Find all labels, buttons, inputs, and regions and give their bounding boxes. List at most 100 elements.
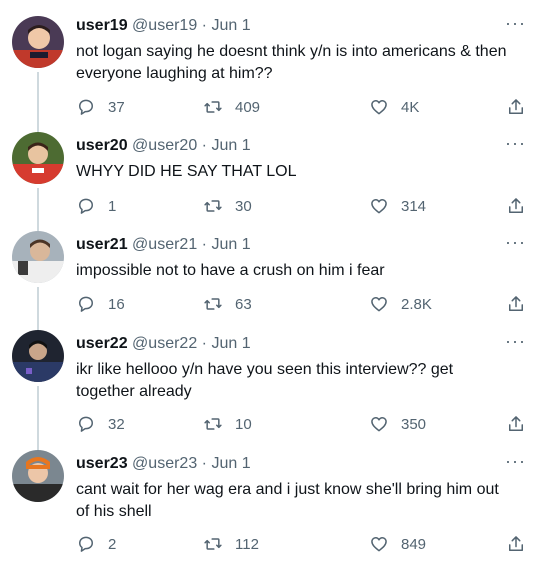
display-name[interactable]: user23 — [76, 455, 128, 472]
retweet-count: 30 — [235, 197, 252, 215]
like-icon — [371, 537, 387, 552]
like-icon — [371, 100, 387, 115]
like-button[interactable]: 2.8K — [369, 292, 432, 316]
separator: · — [201, 335, 207, 352]
retweet-button[interactable]: 10 — [203, 412, 252, 436]
share-icon — [509, 296, 523, 311]
handle[interactable]: @user19 — [132, 17, 197, 34]
retweet-button[interactable]: 63 — [203, 292, 252, 316]
timestamp[interactable]: Jun 1 — [211, 455, 250, 472]
like-button[interactable]: 849 — [369, 532, 426, 556]
tweet-header: user22 @user22 · Jun 1 — [76, 334, 500, 354]
tweet-actions: 37 409 4K — [76, 95, 526, 119]
timestamp[interactable]: Jun 1 — [211, 236, 250, 253]
share-button[interactable] — [506, 532, 526, 556]
share-icon — [509, 536, 523, 551]
thread-line — [37, 188, 39, 232]
display-name[interactable]: user19 — [76, 17, 128, 34]
tweet-text: WHYY DID HE SAY THAT LOL — [76, 163, 297, 180]
display-name[interactable]: user22 — [76, 335, 128, 352]
thread-line — [37, 287, 39, 331]
like-button[interactable]: 314 — [369, 194, 426, 218]
avatar[interactable] — [12, 132, 64, 184]
timestamp[interactable]: Jun 1 — [211, 335, 250, 352]
tweet-actions: 2 112 849 — [76, 532, 526, 556]
retweet-icon — [204, 298, 222, 310]
like-count: 350 — [401, 415, 427, 433]
timestamp[interactable]: Jun 1 — [211, 137, 250, 154]
retweet-button[interactable]: 112 — [203, 532, 259, 556]
more-icon[interactable]: ··· — [505, 233, 526, 251]
reply-button[interactable]: 16 — [76, 292, 125, 316]
retweet-count: 63 — [235, 295, 252, 313]
handle[interactable]: @user22 — [132, 335, 197, 352]
tweet-actions: 32 10 350 — [76, 412, 526, 436]
reply-count: 2 — [108, 535, 117, 553]
share-icon — [509, 416, 523, 431]
like-icon — [371, 297, 387, 312]
retweet-icon — [204, 101, 222, 113]
more-icon[interactable]: ··· — [505, 14, 526, 32]
more-icon[interactable]: ··· — [505, 332, 526, 350]
share-button[interactable] — [506, 194, 526, 218]
reply-count: 1 — [108, 197, 117, 215]
reply-count: 32 — [108, 415, 125, 433]
share-button[interactable] — [506, 412, 526, 436]
retweet-count: 112 — [235, 535, 259, 553]
tweet-header: user23 @user23 · Jun 1 — [76, 454, 500, 474]
reply-icon — [79, 198, 93, 214]
reply-icon — [79, 416, 93, 432]
separator: · — [201, 455, 207, 472]
retweet-count: 409 — [235, 98, 261, 116]
avatar[interactable] — [12, 231, 64, 283]
display-name[interactable]: user20 — [76, 137, 128, 154]
like-count: 314 — [401, 197, 427, 215]
like-icon — [371, 199, 387, 214]
retweet-icon — [204, 418, 222, 430]
share-icon — [509, 99, 523, 114]
thread-line — [37, 386, 39, 454]
retweet-icon — [204, 200, 222, 212]
separator: · — [201, 17, 207, 34]
avatar[interactable] — [12, 330, 64, 382]
handle[interactable]: @user20 — [132, 137, 197, 154]
reply-icon — [79, 296, 93, 312]
retweet-icon — [204, 538, 222, 550]
share-button[interactable] — [506, 292, 526, 316]
handle[interactable]: @user21 — [132, 236, 197, 253]
share-button[interactable] — [506, 95, 526, 119]
reply-count: 37 — [108, 98, 125, 116]
like-count: 4K — [401, 98, 420, 116]
handle[interactable]: @user23 — [132, 455, 197, 472]
retweet-button[interactable]: 30 — [203, 194, 252, 218]
reply-icon — [79, 536, 93, 552]
reply-count: 16 — [108, 295, 125, 313]
retweet-count: 10 — [235, 415, 252, 433]
tweet-header: user21 @user21 · Jun 1 — [76, 235, 500, 255]
tweet-text: cant wait for her wag era and i just kno… — [76, 481, 499, 520]
tweet-header: user19 @user19 · Jun 1 — [76, 16, 500, 36]
tweet-actions: 16 63 2.8K — [76, 292, 526, 316]
like-button[interactable]: 4K — [369, 95, 419, 119]
separator: · — [201, 137, 207, 154]
more-icon[interactable]: ··· — [505, 134, 526, 152]
share-icon — [509, 198, 523, 213]
like-count: 849 — [401, 535, 427, 553]
like-button[interactable]: 350 — [369, 412, 426, 436]
reply-button[interactable]: 2 — [76, 532, 116, 556]
more-icon[interactable]: ··· — [505, 452, 526, 470]
reply-icon — [79, 99, 93, 115]
retweet-button[interactable]: 409 — [203, 95, 260, 119]
separator: · — [201, 236, 207, 253]
display-name[interactable]: user21 — [76, 236, 128, 253]
avatar[interactable] — [12, 16, 64, 68]
timestamp[interactable]: Jun 1 — [211, 17, 250, 34]
like-icon — [371, 417, 387, 432]
reply-button[interactable]: 37 — [76, 95, 125, 119]
reply-button[interactable]: 1 — [76, 194, 116, 218]
tweet-header: user20 @user20 · Jun 1 — [76, 136, 500, 156]
tweet-text: impossible not to have a crush on him i … — [76, 262, 385, 279]
reply-button[interactable]: 32 — [76, 412, 125, 436]
avatar[interactable] — [12, 450, 64, 502]
like-count: 2.8K — [401, 295, 432, 313]
